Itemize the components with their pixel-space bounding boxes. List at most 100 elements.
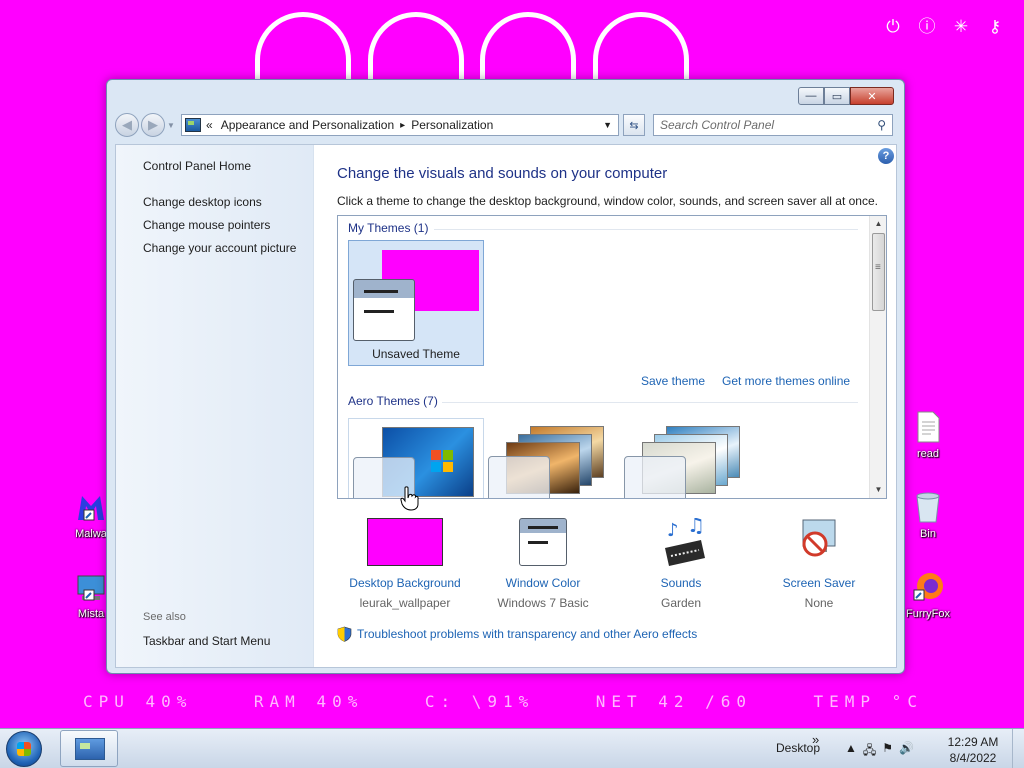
toolbar-overflow-icon[interactable]: »: [812, 732, 819, 747]
desktop-icon-furryfox[interactable]: FurryFox: [898, 570, 958, 620]
task-pane: Control Panel Home Change desktop icons …: [116, 145, 314, 667]
scroll-up-icon[interactable]: ▲: [870, 216, 886, 232]
option-value: leurak_wallpaper: [359, 596, 451, 610]
svg-text:♪: ♪: [667, 520, 679, 541]
disk-stat: C: \91%: [424, 692, 535, 711]
personalization-window: — ▭ ✕ ◀ ▶ ▼ « Appearance and Personaliza…: [106, 79, 905, 674]
hand-cursor-icon: [400, 486, 419, 511]
text-file-icon: [911, 410, 945, 444]
search-input[interactable]: Search Control Panel ⚲: [653, 114, 893, 136]
breadcrumb-overflow[interactable]: «: [206, 118, 213, 132]
my-themes-heading: My Themes (1): [348, 221, 429, 235]
troubleshoot-link[interactable]: Troubleshoot problems with transparency …: [357, 627, 697, 641]
scroll-thumb[interactable]: [872, 233, 885, 311]
window-controls: — ▭ ✕: [798, 87, 894, 105]
see-also-heading: See also: [143, 611, 186, 623]
breadcrumb-separator-icon[interactable]: ▸: [400, 120, 405, 131]
screen-saver-icon: [781, 518, 857, 568]
scroll-down-icon[interactable]: ▼: [870, 482, 886, 498]
forward-button[interactable]: ▶: [141, 113, 165, 137]
info-icon[interactable]: ⓘ: [916, 16, 938, 38]
close-button[interactable]: ✕: [850, 87, 894, 105]
shield-icon: [337, 626, 352, 642]
back-button[interactable]: ◀: [115, 113, 139, 137]
taskbar: Desktop » ▲ 🖧 ⚑ 🔊 12:29 AM 8/4/2022: [0, 728, 1024, 768]
power-icon[interactable]: ⏻: [882, 16, 904, 38]
taskbar-control-panel-button[interactable]: [60, 730, 118, 767]
control-panel-icon: [75, 738, 105, 760]
sounds-icon: ♪ ♫: [643, 513, 719, 568]
recycle-bin-icon: [911, 490, 945, 524]
option-value: Garden: [660, 596, 702, 610]
key-icon[interactable]: ⚷: [984, 16, 1006, 38]
window-color-icon: [505, 518, 581, 568]
option-value: None: [804, 596, 834, 610]
aero-themes-heading: Aero Themes (7): [348, 394, 438, 408]
window-color-option[interactable]: Window Color Windows 7 Basic: [473, 518, 613, 610]
desktop-icon-bin[interactable]: Bin: [898, 490, 958, 540]
search-icon[interactable]: ⚲: [877, 118, 886, 132]
desktop-icon-read[interactable]: read: [898, 410, 958, 460]
option-label: Screen Saver: [782, 576, 856, 590]
refresh-button[interactable]: ⇆: [623, 114, 645, 136]
option-value: Windows 7 Basic: [497, 596, 589, 610]
troubleshoot-row[interactable]: Troubleshoot problems with transparency …: [337, 626, 697, 642]
firefox-icon: [911, 570, 945, 604]
change-desktop-icons-link[interactable]: Change desktop icons: [143, 195, 262, 209]
page-description: Click a theme to change the desktop back…: [337, 194, 878, 208]
volume-icon[interactable]: 🔊: [899, 741, 914, 762]
top-right-icons: ⏻ ⓘ ✳ ⚷: [882, 16, 1006, 38]
sounds-option[interactable]: ♪ ♫ Sounds Garden: [611, 513, 751, 610]
aero-theme-nature[interactable]: [620, 418, 756, 498]
change-mouse-pointers-link[interactable]: Change mouse pointers: [143, 218, 270, 232]
loading-icon[interactable]: ✳: [950, 16, 972, 38]
desktop-icon-label: FurryFox: [906, 608, 950, 620]
get-more-themes-link[interactable]: Get more themes online: [722, 374, 850, 388]
help-icon[interactable]: ?: [878, 148, 894, 164]
save-theme-link[interactable]: Save theme: [641, 374, 705, 388]
taskbar-start-menu-link[interactable]: Taskbar and Start Menu: [143, 634, 270, 648]
start-button[interactable]: [6, 731, 42, 767]
minimize-button[interactable]: —: [798, 87, 824, 105]
recent-pages-chevron-icon[interactable]: ▼: [167, 121, 177, 130]
system-clock[interactable]: 12:29 AM 8/4/2022: [938, 734, 1008, 766]
divider: [442, 402, 858, 403]
divider: [434, 229, 858, 230]
address-dropdown-icon[interactable]: ▼: [603, 120, 612, 130]
unsaved-theme-tile[interactable]: Unsaved Theme: [348, 240, 484, 366]
screen-saver-option[interactable]: Screen Saver None: [749, 518, 889, 610]
aero-theme-architecture[interactable]: [484, 418, 620, 498]
theme-window-preview: [488, 456, 550, 498]
breadcrumb-appearance[interactable]: Appearance and Personalization: [221, 118, 394, 132]
net-stat: NET 42 /60: [595, 692, 753, 711]
maximize-button[interactable]: ▭: [824, 87, 850, 105]
breadcrumb-personalization[interactable]: Personalization: [411, 118, 493, 132]
desktop-background-icon: [367, 518, 443, 568]
change-account-picture-link[interactable]: Change your account picture: [143, 241, 296, 255]
desktop-clock-overlay: [250, 12, 700, 142]
notification-area: ▲ 🖧 ⚑ 🔊: [845, 741, 914, 762]
network-icon[interactable]: 🖧: [863, 741, 876, 762]
computer-icon: [74, 570, 108, 604]
navigation-row: ◀ ▶ ▼ « Appearance and Personalization ▸…: [115, 113, 896, 137]
svg-text:♫: ♫: [687, 518, 705, 537]
option-label: Window Color: [505, 576, 581, 590]
clock-time: 12:29 AM: [947, 735, 999, 749]
desktop-background-option[interactable]: Desktop Background leurak_wallpaper: [335, 518, 475, 610]
theme-list[interactable]: My Themes (1) Unsaved Theme Save theme G…: [337, 215, 887, 499]
theme-window-preview: [624, 456, 686, 498]
address-bar[interactable]: « Appearance and Personalization ▸ Perso…: [181, 114, 619, 136]
desktop-icon-label: read: [916, 448, 940, 460]
control-panel-home-link[interactable]: Control Panel Home: [143, 159, 251, 173]
ram-stat: RAM 40%: [253, 692, 364, 711]
malwarebytes-icon: [74, 490, 108, 524]
page-title: Change the visuals and sounds on your co…: [337, 165, 668, 182]
show-desktop-button[interactable]: [1012, 729, 1024, 768]
cpu-stat: CPU 40%: [83, 692, 193, 711]
clock-date: 8/4/2022: [949, 751, 997, 765]
theme-list-scrollbar[interactable]: ▲ ▼: [869, 216, 886, 498]
show-hidden-icons-icon[interactable]: ▲: [845, 741, 857, 762]
desktop-icon-label: Bin: [920, 528, 936, 540]
window-content: Control Panel Home Change desktop icons …: [115, 144, 897, 668]
action-center-flag-icon[interactable]: ⚑: [882, 741, 893, 762]
